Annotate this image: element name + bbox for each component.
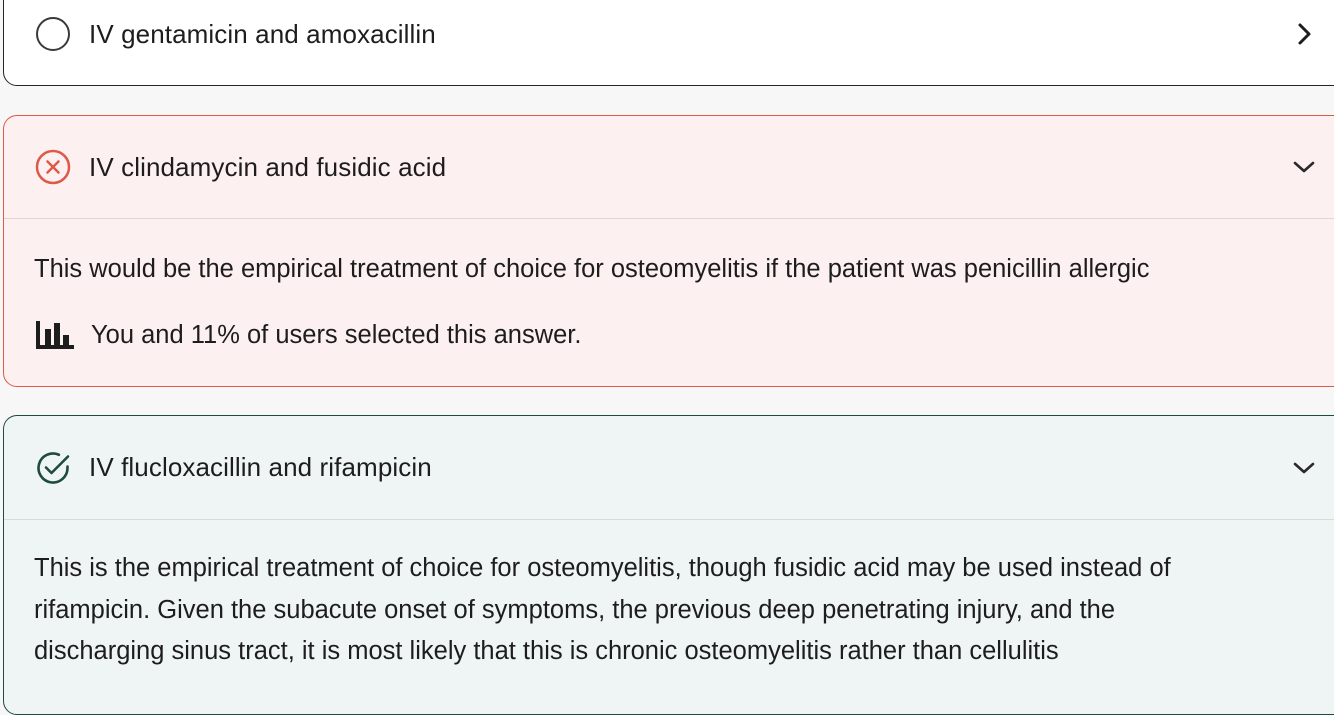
empty-circle-icon xyxy=(34,15,72,53)
option-header[interactable]: IV flucloxacillin and rifampicin xyxy=(4,416,1334,520)
chevron-right-icon[interactable] xyxy=(1289,19,1319,49)
option-label: IV flucloxacillin and rifampicin xyxy=(89,452,432,482)
option-explanation: This would be the empirical treatment of… xyxy=(34,255,1150,283)
option-header[interactable]: IV gentamicin and amoxacillin xyxy=(4,1,1334,67)
bar-chart-icon xyxy=(34,319,76,351)
chevron-down-icon[interactable] xyxy=(1289,453,1319,483)
option-explanation: This is the empirical treatment of choic… xyxy=(34,548,1334,673)
explanation-line: This is the empirical treatment of choic… xyxy=(34,554,1171,582)
option-label: IV clindamycin and fusidic acid xyxy=(89,151,447,182)
answer-option-clindamycin-fusidic-acid[interactable]: IV clindamycin and fusidic acid This wou… xyxy=(3,115,1334,387)
chevron-down-icon[interactable] xyxy=(1289,152,1319,182)
answer-option-flucloxacillin-rifampicin[interactable]: IV flucloxacillin and rifampicin This is… xyxy=(3,415,1334,715)
explanation-line: discharging sinus tract, it is most like… xyxy=(34,637,1059,665)
x-circle-icon xyxy=(34,148,72,186)
check-circle-icon xyxy=(34,449,72,487)
answer-statistics-text: You and 11% of users selected this answe… xyxy=(91,320,582,349)
answer-option-gentamicin-amoxacillin[interactable]: IV gentamicin and amoxacillin xyxy=(3,0,1334,86)
answer-statistics: You and 11% of users selected this answe… xyxy=(34,319,581,351)
option-label: IV gentamicin and amoxacillin xyxy=(89,18,436,49)
explanation-line: rifampicin. Given the subacute onset of … xyxy=(34,595,1116,624)
option-header[interactable]: IV clindamycin and fusidic acid xyxy=(4,116,1334,219)
